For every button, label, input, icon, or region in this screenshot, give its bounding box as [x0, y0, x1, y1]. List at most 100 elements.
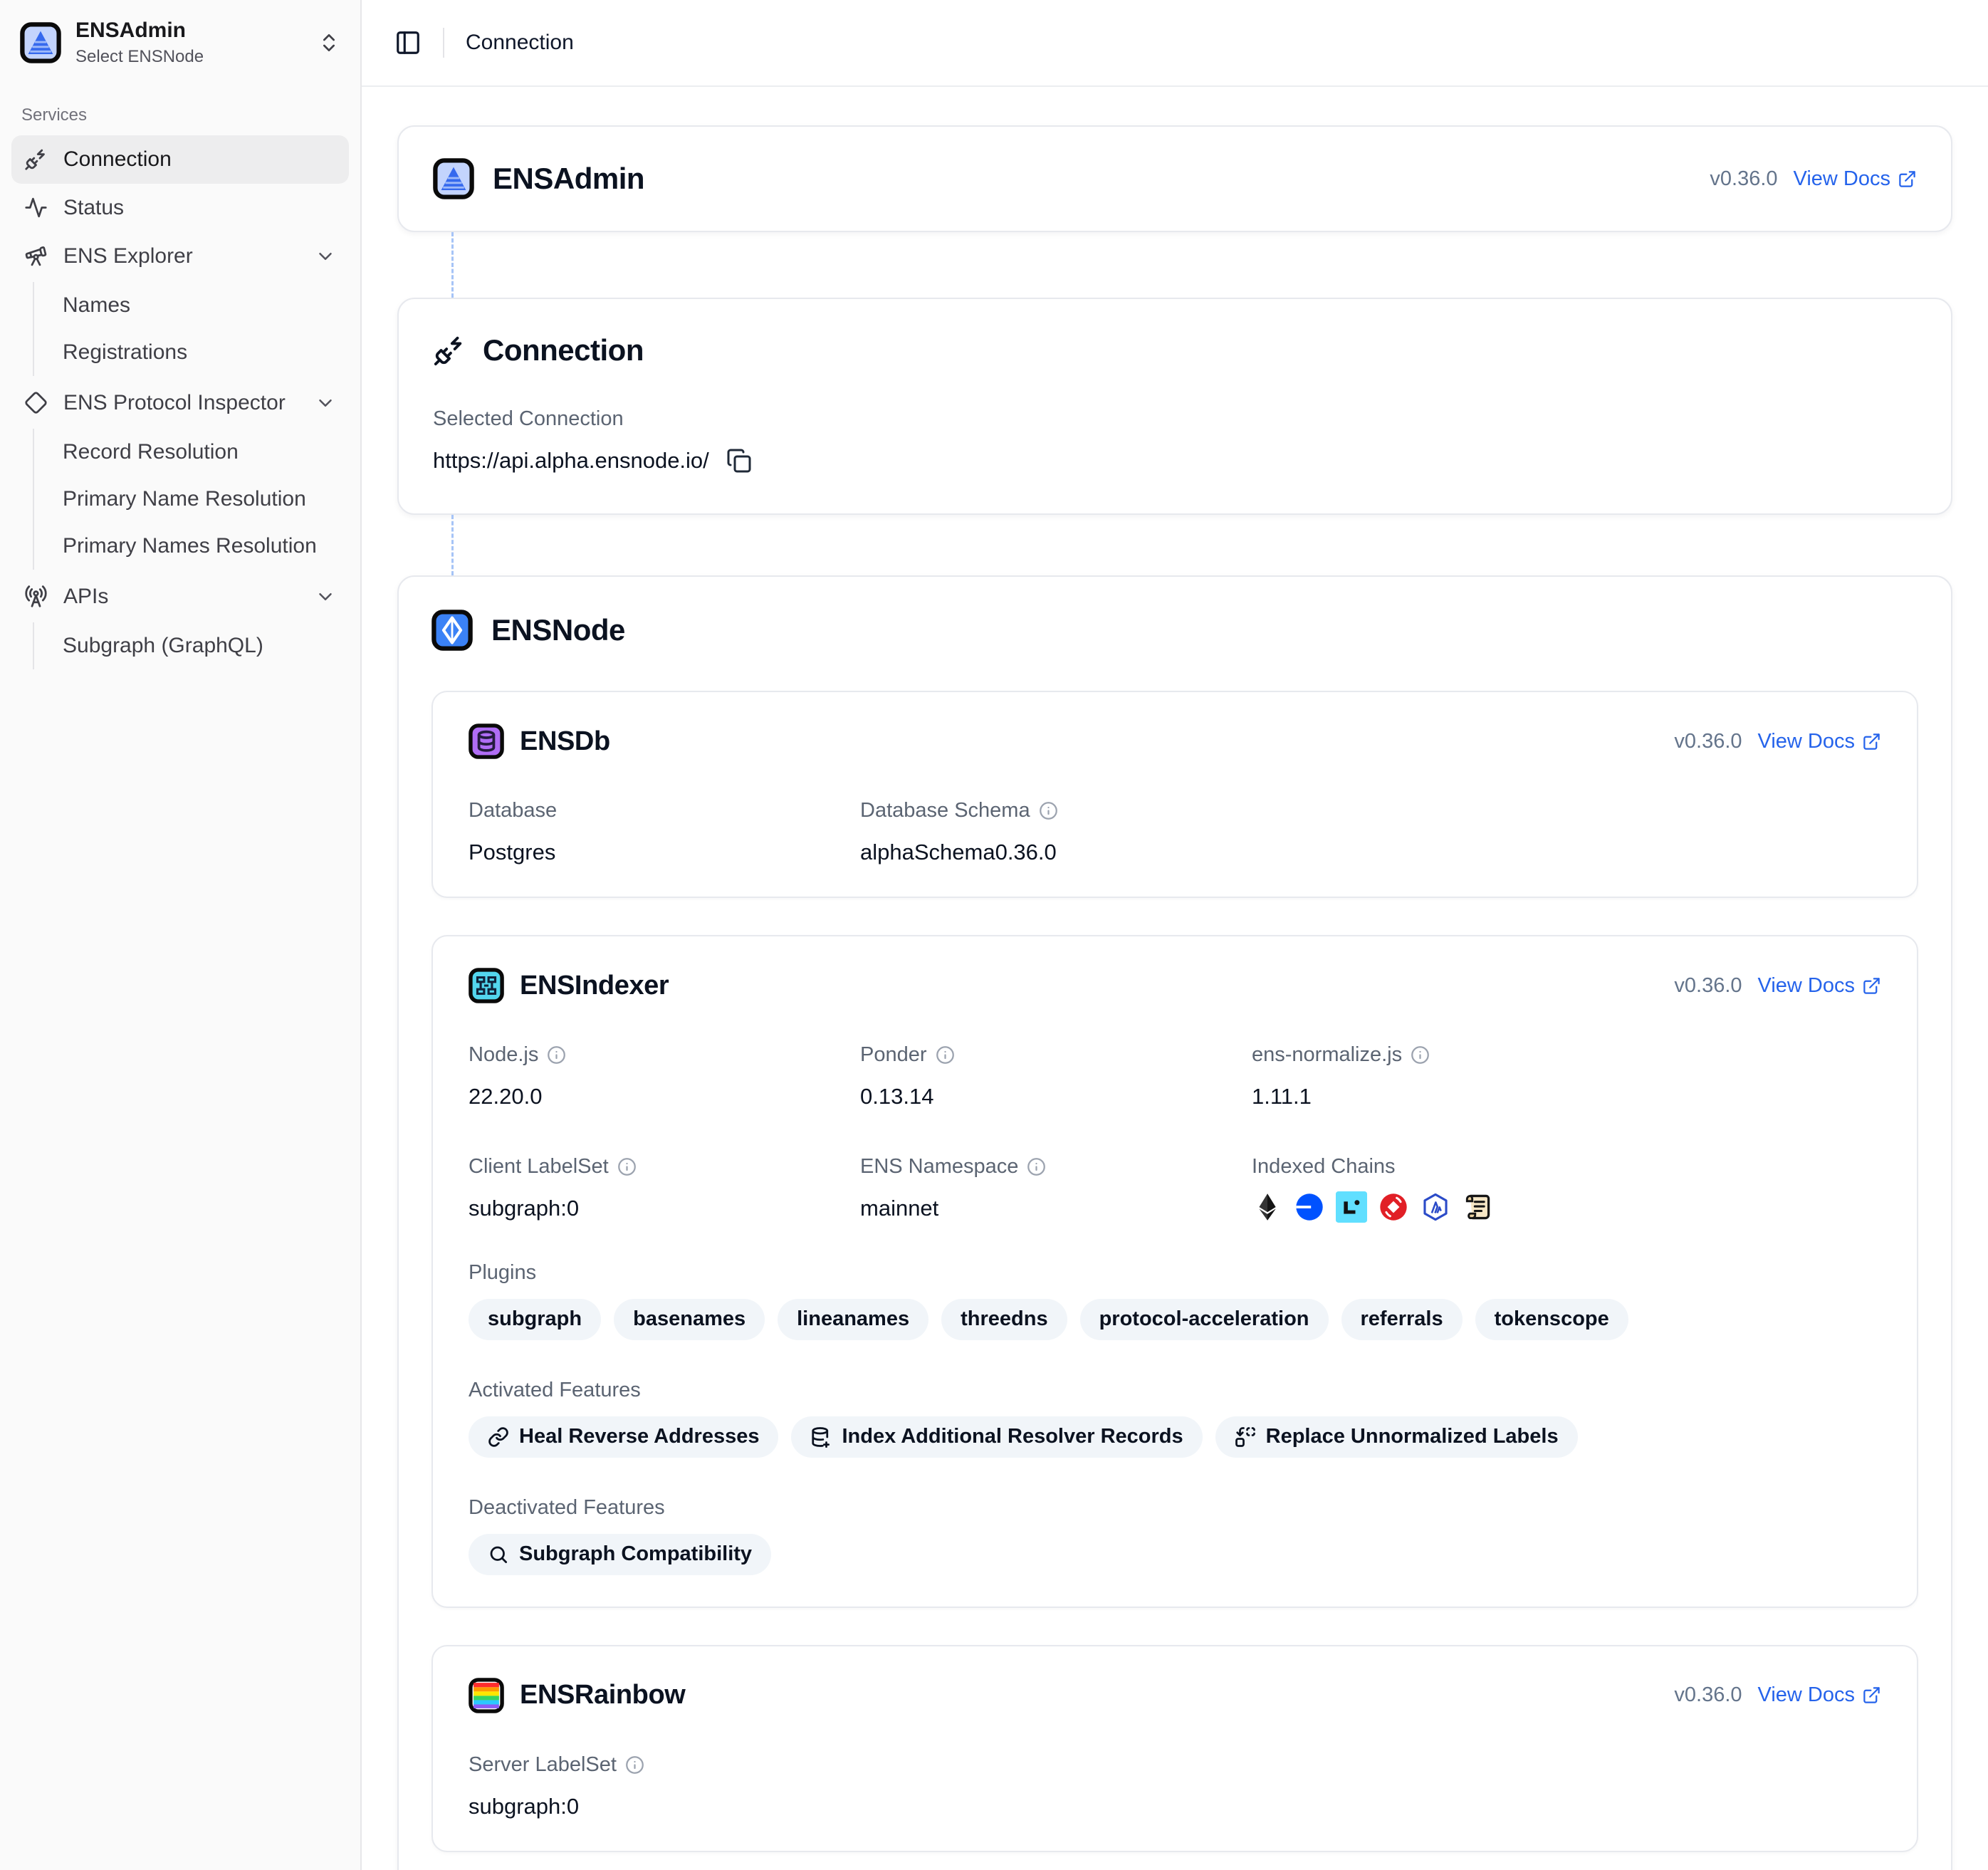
field-label: Ponder	[860, 1043, 1252, 1067]
feature-label: Index Additional Resolver Records	[842, 1426, 1183, 1448]
sidebar-item-label: ENS Protocol Inspector	[63, 391, 286, 415]
field-value: mainnet	[860, 1196, 1252, 1221]
info-icon[interactable]	[625, 1755, 644, 1775]
view-docs-link[interactable]: View Docs	[1758, 730, 1881, 753]
card-title: ENSRainbow	[520, 1680, 685, 1710]
ensindexer-title-row: ENSIndexer	[469, 968, 669, 1003]
plug-zap-icon	[433, 334, 466, 367]
ens-explorer-subgroup: Names Registrations	[33, 282, 349, 376]
arbitrum-chain-icon	[1420, 1191, 1451, 1223]
view-docs-link[interactable]: View Docs	[1758, 1683, 1881, 1707]
copy-icon[interactable]	[726, 448, 752, 474]
field-value: 0.13.14	[860, 1084, 1252, 1109]
app-title: ENSAdmin	[75, 19, 303, 43]
ensrainbow-card: ENSRainbow v0.36.0 View Docs Server	[431, 1645, 1918, 1852]
sidebar-item-status[interactable]: Status	[11, 184, 349, 232]
field-label: Server LabelSet	[469, 1753, 1881, 1777]
sidebar-item-connection[interactable]: Connection	[11, 135, 349, 184]
ensadmin-app: ENSAdmin Select ENSNode Services Connect…	[0, 0, 1988, 1870]
info-icon[interactable]	[1039, 801, 1058, 820]
sidebar-item-subgraph-graphql[interactable]: Subgraph (GraphQL)	[34, 622, 349, 669]
breadcrumb: Connection	[466, 31, 574, 55]
plugin-badge: threedns	[941, 1299, 1067, 1340]
ensindexer-card: ENSIndexer v0.36.0 View Docs	[431, 935, 1918, 1608]
info-icon[interactable]	[617, 1157, 637, 1176]
activated-features-label: Activated Features	[469, 1379, 1881, 1402]
ensadmin-logo-icon	[20, 22, 61, 63]
activated-features-section: Activated Features Heal Reverse Addresse…	[469, 1379, 1881, 1458]
base-chain-icon	[1294, 1191, 1325, 1223]
view-docs-label: View Docs	[1758, 974, 1855, 998]
version-badge: v0.36.0	[1674, 974, 1742, 998]
sidebar-item-ens-protocol-inspector[interactable]: ENS Protocol Inspector	[11, 379, 349, 427]
view-docs-link[interactable]: View Docs	[1758, 974, 1881, 998]
chevron-down-icon[interactable]	[315, 246, 336, 267]
dashed-connector	[451, 232, 454, 298]
view-docs-link[interactable]: View Docs	[1794, 167, 1917, 191]
ensindexer-logo-icon	[469, 968, 504, 1003]
ensnode-card-title-row: ENSNode	[431, 610, 1918, 651]
feature-label: Replace Unnormalized Labels	[1266, 1426, 1559, 1448]
connection-card: Connection Selected Connection https://a…	[397, 298, 1952, 515]
external-link-icon	[1862, 976, 1881, 996]
plugins-section: Plugins subgraph basenames lineanames th…	[469, 1261, 1881, 1340]
field-client-labelset: Client LabelSet subgraph:0	[469, 1155, 860, 1221]
chevrons-up-down-icon[interactable]	[318, 31, 340, 54]
ensdb-card: ENSDb v0.36.0 View Docs	[431, 691, 1918, 898]
plugins-row: subgraph basenames lineanames threedns p…	[469, 1299, 1881, 1340]
card-title: ENSNode	[491, 613, 625, 647]
sidebar-item-primary-name-resolution[interactable]: Primary Name Resolution	[34, 476, 349, 523]
sidebar-item-label: Connection	[63, 147, 172, 172]
plugin-badge: lineanames	[778, 1299, 928, 1340]
field-database: Database Postgres	[469, 799, 860, 865]
top-bar: Connection	[362, 0, 1988, 87]
field-value: alphaSchema0.36.0	[860, 840, 1252, 865]
field-value: 22.20.0	[469, 1084, 860, 1109]
linea-chain-icon	[1336, 1191, 1367, 1223]
field-indexed-chains: Indexed Chains	[1252, 1155, 1881, 1223]
feature-badge-replace-unnormalized-labels: Replace Unnormalized Labels	[1215, 1416, 1578, 1458]
info-icon[interactable]	[547, 1045, 566, 1065]
chevron-down-icon[interactable]	[315, 392, 336, 414]
sidebar-item-label: Status	[63, 196, 124, 220]
field-ens-namespace: ENS Namespace mainnet	[860, 1155, 1252, 1221]
sidebar-item-names[interactable]: Names	[34, 282, 349, 329]
diamond-icon	[24, 391, 48, 414]
view-docs-label: View Docs	[1794, 167, 1890, 191]
info-icon[interactable]	[936, 1045, 955, 1065]
ensrainbow-card-head: ENSRainbow v0.36.0 View Docs	[469, 1678, 1881, 1713]
ensdb-title-row: ENSDb	[469, 724, 610, 759]
ens-protocol-inspector-subgroup: Record Resolution Primary Name Resolutio…	[33, 429, 349, 570]
external-link-icon	[1898, 169, 1917, 189]
field-value: subgraph:0	[469, 1794, 1881, 1819]
sidebar-item-apis[interactable]: APIs	[11, 573, 349, 621]
sidebar-item-registrations[interactable]: Registrations	[34, 329, 349, 376]
scroll-chain-icon	[1462, 1191, 1493, 1223]
sidebar-group-label: Services	[21, 105, 349, 125]
dashed-connector	[451, 515, 454, 575]
selected-connection-label: Selected Connection	[433, 407, 1917, 431]
main-area: Connection ENSAdmin v0.36.0 View Docs	[362, 0, 1988, 1870]
connection-url-row: https://api.alpha.ensnode.io/	[433, 448, 1917, 474]
sidebar-item-primary-names-resolution[interactable]: Primary Names Resolution	[34, 523, 349, 570]
field-value: 1.11.1	[1252, 1084, 1881, 1109]
card-title: ENSAdmin	[493, 162, 644, 196]
activity-icon	[24, 196, 48, 219]
sidebar-toggle-icon[interactable]	[394, 29, 422, 56]
sidebar-item-record-resolution[interactable]: Record Resolution	[34, 429, 349, 476]
topbar-divider	[443, 28, 444, 58]
ensadmin-card: ENSAdmin v0.36.0 View Docs	[397, 125, 1952, 232]
card-title: Connection	[483, 333, 644, 367]
ensnode-selector[interactable]: ENSAdmin Select ENSNode	[11, 13, 349, 73]
ensnode-card: ENSNode ENSDb	[397, 575, 1952, 1870]
activated-features-row: Heal Reverse Addresses Index Additional …	[469, 1416, 1881, 1458]
info-icon[interactable]	[1027, 1157, 1046, 1176]
telescope-icon	[24, 244, 48, 268]
ensadmin-meta: v0.36.0 View Docs	[1710, 167, 1917, 191]
chevron-down-icon[interactable]	[315, 586, 336, 607]
info-icon[interactable]	[1411, 1045, 1430, 1065]
sidebar-item-ens-explorer[interactable]: ENS Explorer	[11, 232, 349, 281]
sidebar-item-label: APIs	[63, 585, 108, 609]
link-icon	[488, 1426, 509, 1448]
field-database-schema: Database Schema alphaSchema0.36.0	[860, 799, 1252, 865]
